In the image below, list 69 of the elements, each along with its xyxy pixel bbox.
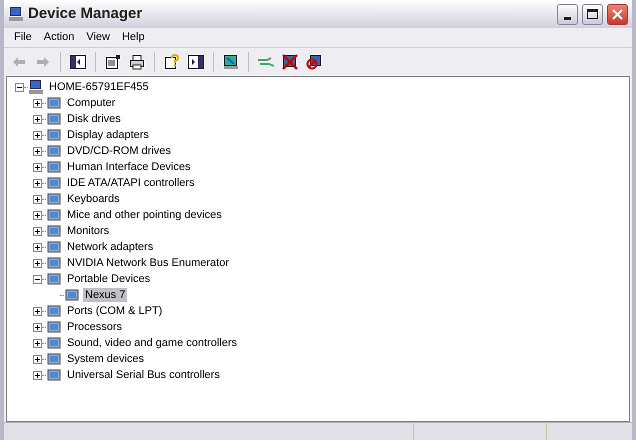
expand-toggle[interactable]: [33, 98, 42, 108]
collapse-toggle[interactable]: [15, 82, 24, 92]
tree-item[interactable]: Human Interface Devices: [65, 160, 192, 174]
tree-item[interactable]: IDE ATA/ATAPI controllers: [65, 176, 197, 190]
tree-item[interactable]: Processors: [65, 320, 124, 334]
tree-item[interactable]: Monitors: [65, 224, 112, 238]
expand-toggle[interactable]: [33, 162, 42, 172]
tree-item[interactable]: Sound, video and game controllers: [65, 336, 239, 350]
tree-item[interactable]: Disk drives: [65, 112, 123, 126]
menu-item[interactable]: View: [80, 28, 116, 46]
expand-toggle[interactable]: [33, 210, 42, 220]
device-icon: [46, 223, 62, 239]
tree-item[interactable]: HOME-65791EF455: [47, 80, 151, 94]
collapse-toggle[interactable]: [33, 274, 42, 284]
menu-item[interactable]: Help: [116, 28, 151, 46]
device-icon: [46, 175, 62, 191]
device-icon: [46, 159, 62, 175]
device-icon: [46, 95, 62, 111]
tree-item[interactable]: System devices: [65, 352, 146, 366]
device-icon: [46, 207, 62, 223]
computer-icon: [28, 79, 44, 95]
expand-toggle[interactable]: [33, 370, 42, 380]
device-icon: [46, 239, 62, 255]
device-icon: [46, 111, 62, 127]
menu-item[interactable]: File: [8, 28, 38, 46]
expand-toggle[interactable]: [33, 130, 42, 140]
menu-item[interactable]: Action: [38, 28, 80, 46]
expand-toggle[interactable]: [33, 338, 42, 348]
tree-item[interactable]: Nexus 7: [83, 288, 128, 302]
device-icon: [46, 335, 62, 351]
expand-toggle[interactable]: [33, 242, 42, 252]
tree-item[interactable]: DVD/CD-ROM drives: [65, 144, 173, 158]
cable-icon: [257, 56, 275, 68]
computer-icon: [8, 6, 24, 22]
forward-arrow-icon: [36, 56, 50, 68]
minimize-button[interactable]: [557, 4, 578, 24]
expand-toggle[interactable]: [33, 226, 42, 236]
tree-item[interactable]: NVIDIA Network Bus Enumerator: [65, 256, 232, 270]
expand-toggle[interactable]: [33, 354, 42, 364]
back-arrow-icon: [12, 56, 26, 68]
expand-toggle[interactable]: [33, 258, 42, 268]
tree-item[interactable]: Network adapters: [65, 240, 156, 254]
maximize-button[interactable]: [582, 4, 603, 24]
device-icon: [46, 351, 62, 367]
expand-toggle[interactable]: [33, 178, 42, 188]
expand-toggle[interactable]: [33, 146, 42, 156]
device-icon: [46, 255, 62, 271]
device-icon: [46, 303, 62, 319]
device-icon: [46, 367, 62, 383]
device-icon: [46, 127, 62, 143]
close-button[interactable]: [607, 4, 628, 24]
tree-item[interactable]: Display adapters: [65, 128, 151, 142]
expand-toggle[interactable]: [33, 322, 42, 332]
window-title: Device Manager: [28, 4, 144, 24]
close-icon: [612, 8, 623, 20]
device-icon: [46, 191, 62, 207]
device-icon: [46, 319, 62, 335]
expand-toggle[interactable]: [33, 114, 42, 124]
tree-item[interactable]: Portable Devices: [65, 272, 152, 286]
tree-item[interactable]: Computer: [65, 96, 118, 110]
tree-item[interactable]: Mice and other pointing devices: [65, 208, 224, 222]
expand-toggle[interactable]: [33, 194, 42, 204]
expand-toggle[interactable]: [33, 306, 42, 316]
tree-item[interactable]: Ports (COM & LPT): [65, 304, 164, 318]
tree-item[interactable]: Universal Serial Bus controllers: [65, 368, 222, 382]
device-icon: [46, 143, 62, 159]
device-icon: [46, 271, 62, 287]
device-icon: [64, 287, 80, 303]
tree-item[interactable]: Keyboards: [65, 192, 122, 206]
